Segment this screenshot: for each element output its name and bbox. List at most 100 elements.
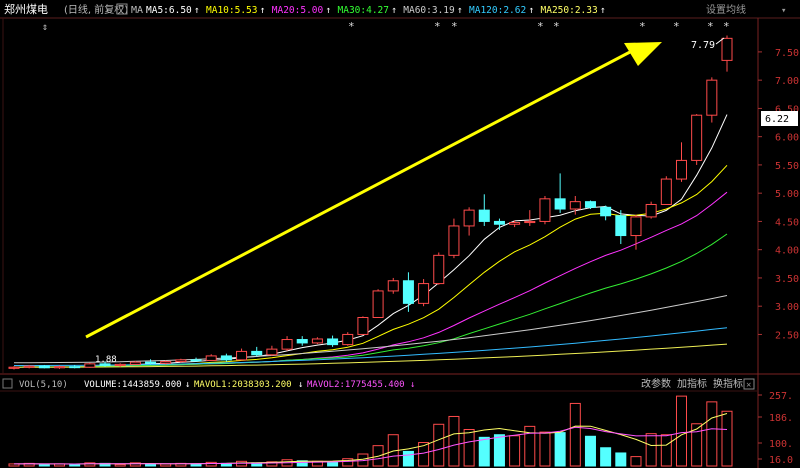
- mavol2-value: MAVOL2:1775455.400: [307, 380, 405, 390]
- price-tick-label: 6.00: [775, 133, 799, 144]
- candle-up[interactable]: [129, 361, 141, 365]
- ma-legend-item: MA10:5.53: [206, 5, 257, 16]
- candle-down[interactable]: [190, 359, 202, 362]
- event-marker[interactable]: *: [673, 20, 680, 33]
- candle-up[interactable]: [539, 198, 551, 222]
- stock-kline-chart[interactable]: 郑州煤电 (日线, 前复权) ? MA MA5:6.50 ↑ MA10:5.53 ↑ M…: [0, 0, 800, 468]
- ma-legend-item: MA30:4.27: [338, 5, 389, 16]
- candle-down[interactable]: [145, 361, 157, 364]
- price-tick-label: 5.00: [775, 189, 799, 200]
- volume-bar: [721, 410, 733, 467]
- price-tick-label: 3.50: [775, 274, 799, 285]
- candle-down[interactable]: [600, 206, 612, 217]
- ma-legend-arrow: ↑: [391, 5, 397, 16]
- volume-bar: [554, 432, 566, 467]
- candle-up[interactable]: [8, 366, 20, 369]
- candle-down[interactable]: [38, 365, 50, 369]
- candle-down[interactable]: [296, 339, 308, 344]
- event-marker[interactable]: *: [553, 20, 560, 33]
- candle-down[interactable]: [615, 215, 627, 237]
- candle-up[interactable]: [342, 333, 354, 346]
- candle-up[interactable]: [372, 290, 384, 318]
- volume-bar: [402, 450, 414, 467]
- candle-up[interactable]: [266, 348, 278, 356]
- volume-bar: [509, 435, 521, 467]
- event-marker[interactable]: *: [537, 20, 544, 33]
- candle-up[interactable]: [675, 159, 687, 180]
- candle-up[interactable]: [691, 114, 703, 161]
- candle-up[interactable]: [433, 254, 445, 285]
- ma-legend-item: MA20:5.00: [272, 5, 324, 16]
- candle-down[interactable]: [554, 198, 566, 210]
- candle-up[interactable]: [175, 359, 187, 363]
- price-tick-label: 4.50: [775, 217, 799, 228]
- ma-legend-arrow: ↑: [457, 5, 463, 16]
- candle-up[interactable]: [630, 216, 642, 237]
- switch-indicator-button[interactable]: 换指标: [713, 377, 743, 390]
- candle-up[interactable]: [54, 366, 66, 369]
- candle-up[interactable]: [645, 203, 657, 218]
- volume-bar: [675, 395, 687, 467]
- candle-up[interactable]: [281, 339, 293, 350]
- volume-bar: [615, 452, 627, 467]
- candle-down[interactable]: [478, 209, 490, 222]
- volume-bar: [327, 461, 339, 467]
- volume-bar: [660, 434, 672, 467]
- candle-up[interactable]: [23, 365, 35, 368]
- event-marker[interactable]: *: [707, 20, 714, 33]
- volume-bar: [493, 434, 505, 467]
- help-icon-glyph: ?: [119, 6, 124, 16]
- event-marker[interactable]: *: [451, 20, 458, 33]
- chevron-icon[interactable]: ▾: [781, 6, 786, 16]
- candle-down[interactable]: [493, 220, 505, 225]
- add-indicator-button[interactable]: 加指标: [677, 377, 707, 390]
- candle-up[interactable]: [706, 79, 718, 116]
- ma-legend-arrow: ↑: [260, 5, 266, 16]
- current-price-label: 6.22: [765, 114, 789, 125]
- ma-legend-arrow: ↑: [194, 5, 200, 16]
- candle-up[interactable]: [160, 361, 172, 364]
- candle-up[interactable]: [357, 316, 369, 335]
- candle-down[interactable]: [402, 280, 414, 304]
- candle-up[interactable]: [84, 363, 96, 368]
- volume-bar: [463, 429, 475, 467]
- volume-header: VOL(5,10) VOLUME:1443859.000 ↓ MAVOL1:20…: [2, 377, 755, 391]
- volume-bar: [114, 463, 126, 467]
- candle-up[interactable]: [236, 350, 248, 361]
- candle-up[interactable]: [463, 209, 475, 227]
- candle-up[interactable]: [509, 222, 521, 225]
- candle-up[interactable]: [660, 178, 672, 205]
- candle-down[interactable]: [327, 338, 339, 346]
- event-marker[interactable]: *: [348, 20, 355, 33]
- ma-legend-item: MA250:2.33: [541, 5, 598, 16]
- candle-up[interactable]: [418, 283, 430, 304]
- candle-down[interactable]: [220, 355, 232, 361]
- top-left-marker: ⇕: [42, 22, 48, 33]
- candle-up[interactable]: [448, 225, 460, 256]
- candle-up[interactable]: [387, 280, 399, 292]
- event-marker[interactable]: *: [639, 20, 646, 33]
- volume-tick-label: 16.0: [769, 455, 793, 466]
- vol-label: VOL(5,10): [19, 380, 68, 390]
- ma-legend-arrow: ↑: [600, 5, 606, 16]
- volume-tick-label: 186.: [769, 413, 793, 424]
- close-icon-glyph: ×: [746, 381, 751, 391]
- candle-up[interactable]: [205, 355, 217, 361]
- candle-down[interactable]: [251, 350, 263, 356]
- candle-up[interactable]: [524, 220, 536, 224]
- candle-up[interactable]: [311, 338, 323, 344]
- candle-down[interactable]: [584, 201, 596, 208]
- mavol2-arrow-down: ↓: [410, 380, 415, 390]
- event-marker[interactable]: *: [434, 20, 441, 33]
- settings-ma-button[interactable]: 设置均线: [706, 3, 746, 16]
- volume-bar: [569, 402, 581, 467]
- volume-value: VOLUME:1443859.000: [84, 380, 182, 390]
- volume-bar: [205, 461, 217, 467]
- candle-up[interactable]: [569, 201, 581, 210]
- candle-down[interactable]: [69, 366, 81, 369]
- ma-legend-item: MA120:2.62: [469, 5, 526, 16]
- volume-tick-label: 257.: [769, 391, 793, 402]
- change-params-button[interactable]: 改参数: [641, 377, 671, 390]
- candle-up[interactable]: [721, 37, 733, 61]
- event-marker[interactable]: *: [723, 20, 730, 33]
